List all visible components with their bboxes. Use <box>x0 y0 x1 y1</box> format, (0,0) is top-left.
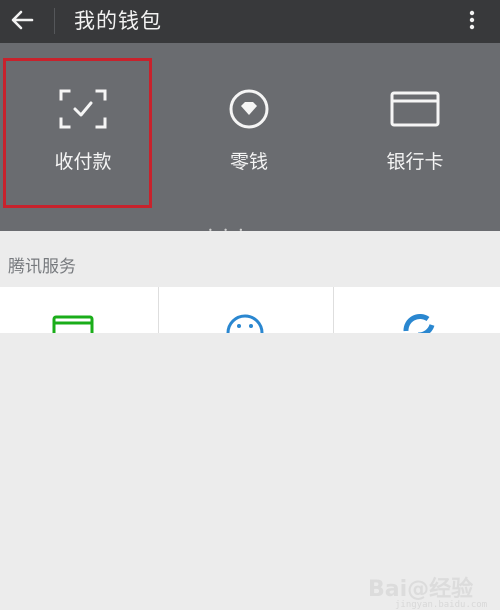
header-divider <box>54 8 55 34</box>
back-arrow-icon[interactable] <box>8 4 40 36</box>
section-title: 腾讯服务 <box>8 257 76 277</box>
pager-dots: • • • <box>208 226 248 235</box>
service-refresh-icon[interactable] <box>398 313 440 333</box>
more-options-icon[interactable] <box>462 4 482 34</box>
app-header: 我的钱包 <box>0 0 500 43</box>
service-smile-icon[interactable] <box>224 313 266 333</box>
wallet-item-change[interactable]: 零钱 <box>166 43 332 231</box>
watermark-logo: Bai@经验 <box>368 577 474 602</box>
page-title: 我的钱包 <box>74 9 162 33</box>
services-grid: Bai@经验 jingyan.baidu.com <box>0 287 500 610</box>
watermark-url: jingyan.baidu.com <box>395 600 488 610</box>
wallet-item-bank-card[interactable]: 银行卡 <box>332 43 498 231</box>
service-card-icon[interactable] <box>52 313 94 333</box>
grid-divider <box>158 287 159 333</box>
highlight-box <box>3 58 152 208</box>
grid-divider <box>333 287 334 333</box>
bank-card-icon <box>390 91 440 127</box>
wallet-item-label: 银行卡 <box>386 151 444 173</box>
wallet-item-label: 零钱 <box>229 151 268 173</box>
coin-diamond-icon <box>229 89 269 129</box>
